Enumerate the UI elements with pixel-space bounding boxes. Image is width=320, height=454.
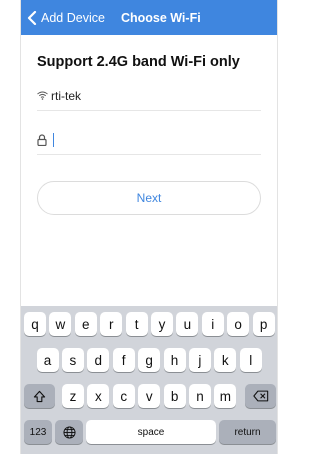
key-v[interactable]: v	[138, 384, 161, 408]
key-i[interactable]: i	[201, 312, 224, 336]
key-j[interactable]: j	[188, 348, 211, 372]
globe-key[interactable]	[55, 420, 83, 444]
page-title: Choose Wi-Fi	[120, 10, 201, 25]
space-key[interactable]: space	[86, 420, 216, 444]
wifi-ssid: rti-tek	[51, 88, 81, 103]
key-y[interactable]: y	[151, 312, 173, 336]
key-n[interactable]: n	[189, 384, 211, 408]
text-caret	[53, 132, 54, 147]
wifi-name-field[interactable]: rti-tek	[37, 81, 261, 111]
delete-icon	[252, 390, 268, 402]
key-w[interactable]: w	[49, 312, 72, 336]
key-d[interactable]: d	[87, 348, 110, 372]
key-r[interactable]: r	[100, 312, 123, 336]
key-e[interactable]: e	[74, 312, 97, 336]
key-x[interactable]: x	[87, 384, 110, 408]
key-o[interactable]: o	[227, 312, 250, 336]
key-z[interactable]: z	[62, 384, 84, 408]
key-t[interactable]: t	[125, 312, 148, 336]
key-f[interactable]: f	[112, 348, 135, 372]
key-u[interactable]: u	[176, 312, 199, 336]
key-h[interactable]: h	[163, 348, 186, 372]
next-button[interactable]: Next	[37, 181, 261, 215]
back-button[interactable]: Add Device	[21, 0, 105, 35]
key-g[interactable]: g	[138, 348, 161, 372]
password-field[interactable]	[37, 125, 261, 155]
lock-icon	[37, 133, 47, 146]
keyboard: qwertyuiop asdfghjkl zxcvbnm 123 space r…	[21, 306, 277, 454]
key-l[interactable]: l	[239, 348, 262, 372]
key-s[interactable]: s	[61, 348, 84, 372]
key-k[interactable]: k	[214, 348, 237, 372]
key-a[interactable]: a	[36, 348, 59, 372]
chevron-left-icon	[27, 10, 37, 25]
key-c[interactable]: c	[112, 384, 135, 408]
nav-bar: Add Device Choose Wi-Fi	[21, 0, 277, 35]
return-key[interactable]: return	[219, 420, 276, 444]
app-screen: Add Device Choose Wi-Fi Support 2.4G ban…	[20, 0, 278, 454]
shift-key[interactable]	[24, 384, 55, 408]
key-b[interactable]: b	[163, 384, 186, 408]
delete-key[interactable]	[245, 384, 276, 408]
back-label: Add Device	[41, 10, 105, 25]
key-m[interactable]: m	[214, 384, 237, 408]
shift-icon	[33, 390, 46, 402]
heading: Support 2.4G band Wi-Fi only	[37, 54, 240, 70]
numbers-key[interactable]: 123	[24, 420, 52, 444]
globe-icon	[62, 425, 76, 439]
key-p[interactable]: p	[252, 312, 275, 336]
key-q[interactable]: q	[24, 312, 46, 336]
wifi-icon	[37, 91, 48, 100]
